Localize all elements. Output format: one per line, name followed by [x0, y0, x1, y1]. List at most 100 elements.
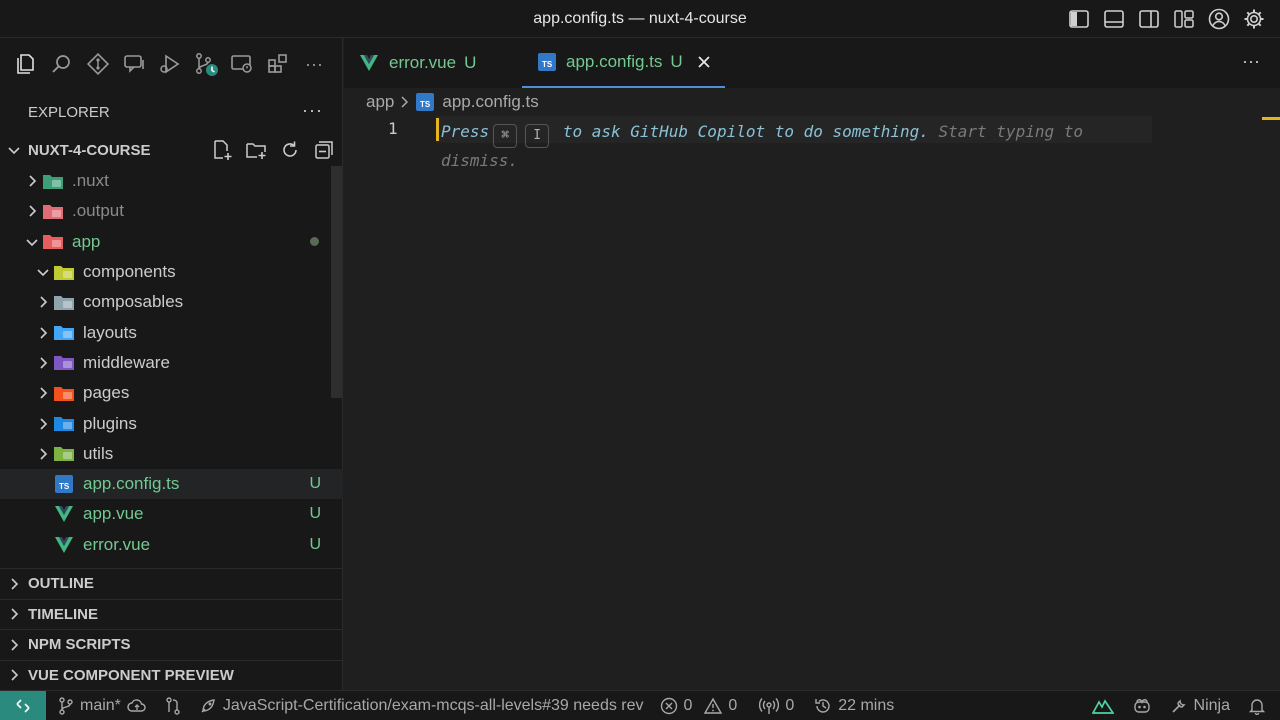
toggle-primary-sidebar-icon[interactable] — [1067, 7, 1091, 31]
section-vue-component-preview[interactable]: VUE COMPONENT PREVIEW — [0, 659, 343, 691]
git-status-badge: U — [309, 475, 321, 493]
tree-item-pages[interactable]: pages — [0, 378, 343, 408]
ports-status[interactable]: 0 — [759, 697, 794, 715]
tree-item-label: .nuxt — [72, 171, 109, 191]
pr-label: JavaScript-Certification/exam-mcqs-all-l… — [222, 696, 644, 714]
git-status-badge: U — [309, 505, 321, 523]
status-bar-right: Ninja — [1091, 691, 1266, 720]
search-icon[interactable] — [46, 48, 78, 80]
project-section-header[interactable]: NUXT-4-COURSE — [0, 135, 343, 165]
branch-status[interactable]: main* — [58, 697, 147, 715]
folder-icon — [42, 233, 64, 251]
folder-icon — [53, 354, 75, 372]
tree-item-layouts[interactable]: layouts — [0, 317, 343, 347]
run-debug-icon[interactable] — [154, 48, 186, 80]
warning-icon — [704, 697, 723, 715]
close-tab-icon[interactable] — [697, 55, 711, 69]
chat-icon[interactable] — [118, 48, 150, 80]
tree-item-error-vue[interactable]: error.vue U — [0, 530, 343, 560]
problems-status[interactable]: 0 0 — [660, 697, 737, 715]
source-control-graph-icon[interactable] — [190, 48, 222, 80]
vue-file-icon — [53, 505, 75, 523]
tab-status: U — [670, 52, 683, 71]
time-tracker[interactable]: 22 mins — [814, 697, 894, 715]
chevron-right-icon — [0, 607, 28, 621]
tree-item-label: .output — [72, 201, 124, 221]
tree-item-plugins[interactable]: plugins — [0, 408, 343, 438]
tree-item-app-vue[interactable]: app.vue U — [0, 499, 343, 529]
new-folder-icon[interactable] — [245, 139, 267, 165]
more-actions-icon[interactable]: ··· — [298, 48, 330, 80]
pull-request-status[interactable] — [165, 696, 181, 715]
refresh-icon[interactable] — [279, 139, 301, 165]
nuxt-icon[interactable] — [1091, 698, 1114, 714]
folder-icon — [53, 415, 75, 433]
remote-explorer-icon[interactable] — [226, 48, 258, 80]
customize-layout-icon[interactable] — [1172, 7, 1196, 31]
hint-dismiss-1: Start typing to — [938, 122, 1084, 141]
tree-item-nuxt[interactable]: .nuxt — [0, 166, 343, 196]
tab-label: error.vue — [389, 53, 457, 72]
chevron-down-icon — [0, 143, 28, 157]
vue-file-icon — [359, 54, 379, 72]
chevron-right-icon — [22, 204, 42, 218]
chevron-down-icon — [33, 265, 53, 279]
explorer-header: EXPLORER ··· — [0, 90, 343, 134]
section-outline[interactable]: OUTLINE — [0, 568, 343, 599]
copilot-inline-hint: Press ⌘ I to ask GitHub Copilot to do some… — [441, 119, 1141, 174]
toggle-panel-icon[interactable] — [1102, 7, 1126, 31]
section-label: OUTLINE — [28, 575, 94, 593]
tree-item-middleware[interactable]: middleware — [0, 348, 343, 378]
source-control-icon[interactable] — [82, 48, 114, 80]
explorer-files-icon[interactable] — [10, 48, 42, 80]
section-npm-scripts[interactable]: NPM SCRIPTS — [0, 629, 343, 660]
settings-gear-icon[interactable] — [1242, 7, 1266, 31]
explorer-more-icon[interactable]: ··· — [302, 100, 323, 121]
tree-item-composables[interactable]: composables — [0, 287, 343, 317]
tree-item-utils[interactable]: utils — [0, 439, 343, 469]
extensions-icon[interactable] — [262, 48, 294, 80]
toggle-secondary-sidebar-icon[interactable] — [1137, 7, 1161, 31]
tree-item-label: pages — [83, 383, 130, 403]
editor-more-actions-icon[interactable]: ··· — [1242, 51, 1260, 72]
file-tree: .nuxt .output app components composables layo… — [0, 166, 343, 560]
copilot-icon[interactable] — [1132, 697, 1152, 715]
pr-item[interactable]: JavaScript-Certification/exam-mcqs-all-l… — [199, 697, 644, 715]
sync-cloud-icon[interactable] — [127, 698, 147, 714]
tab-label: app.config.ts — [566, 52, 663, 71]
rocket-icon — [199, 697, 217, 715]
notifications-bell-icon[interactable] — [1248, 697, 1266, 715]
tab-app-config-ts[interactable]: TS app.config.ts U — [522, 38, 725, 88]
branch-name: main* — [80, 696, 121, 714]
remote-indicator[interactable] — [0, 690, 46, 720]
overview-ruler-marker — [1262, 117, 1280, 120]
ninja-status[interactable]: Ninja — [1170, 697, 1230, 715]
tree-item-app[interactable]: app — [0, 227, 343, 257]
new-file-icon[interactable] — [211, 139, 233, 165]
svg-text:TS: TS — [542, 60, 553, 69]
folder-icon — [53, 293, 75, 311]
activity-bar: ··· — [0, 38, 343, 90]
sidebar-bottom-sections: OUTLINE TIMELINE NPM SCRIPTS VUE COMPONENT … — [0, 568, 343, 690]
tree-item-app-config-ts[interactable]: TS app.config.ts U — [0, 468, 343, 500]
hint-main: to ask GitHub Copilot to do something. — [562, 122, 929, 141]
tab-error-vue[interactable]: error.vue U — [359, 38, 476, 88]
time-value: 22 mins — [838, 696, 895, 714]
tree-item-components[interactable]: components — [0, 257, 343, 287]
section-label: NPM SCRIPTS — [28, 636, 131, 654]
collapse-all-icon[interactable] — [313, 139, 335, 165]
section-timeline[interactable]: TIMELINE — [0, 598, 343, 630]
folder-icon — [42, 202, 64, 220]
editor-tabs: error.vue U TS app.config.ts U ··· — [344, 38, 1280, 88]
project-name: NUXT-4-COURSE — [28, 141, 151, 159]
code-editor[interactable] — [344, 88, 1280, 690]
chevron-right-icon — [33, 356, 53, 370]
tree-item-output[interactable]: .output — [0, 196, 343, 226]
chevron-right-icon — [0, 668, 28, 682]
chevron-right-icon — [0, 577, 28, 591]
project-actions — [211, 139, 335, 165]
chevron-right-icon — [33, 447, 53, 461]
chevron-right-icon — [33, 326, 53, 340]
tree-item-label: plugins — [83, 413, 137, 433]
account-icon[interactable] — [1207, 7, 1231, 31]
